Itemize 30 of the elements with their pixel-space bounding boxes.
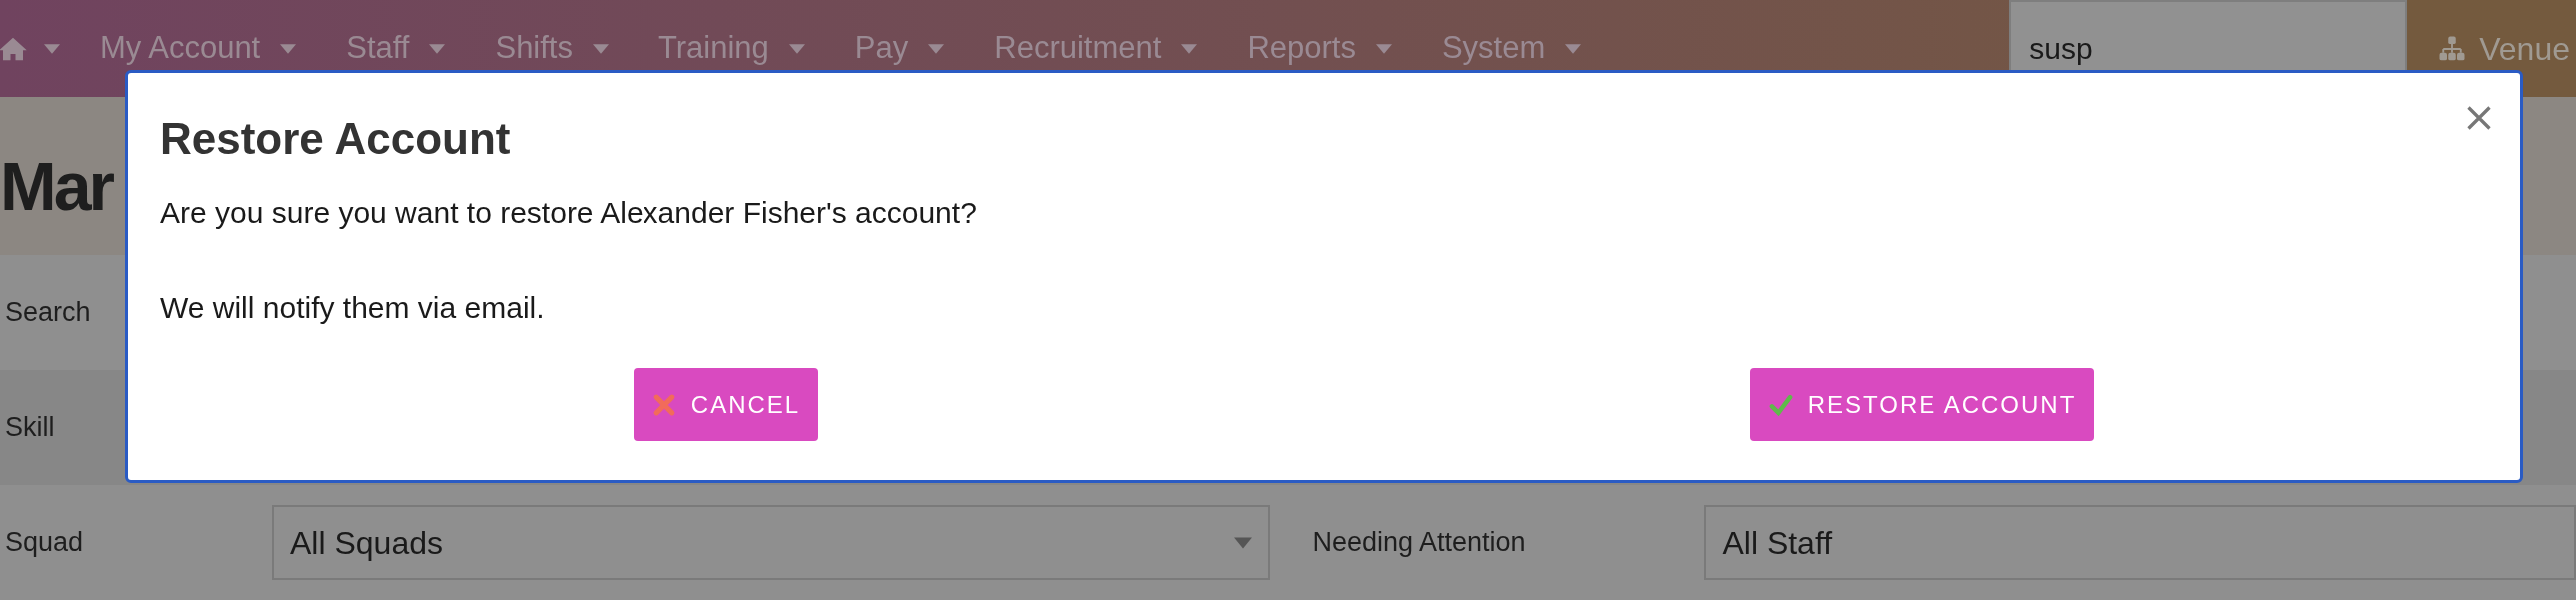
filter-label: Squad: [5, 527, 84, 558]
dialog-text: Are you sure you want to restore Alexander Fisher's account?: [160, 195, 977, 231]
caret-icon: [928, 43, 945, 54]
caret-icon: [1375, 43, 1392, 54]
caret-icon: [1234, 536, 1253, 549]
nav-menu-item[interactable]: Reports: [1247, 25, 1356, 72]
dialog-text: We will notify them via email.: [160, 290, 545, 326]
filter-label: Needing Attention: [1312, 527, 1526, 558]
caret-icon: [44, 43, 60, 54]
dialog-title: Restore Account: [160, 113, 511, 165]
nav-menu-item[interactable]: System: [1441, 25, 1546, 72]
nav-menu-item[interactable]: Pay: [854, 25, 909, 72]
page-title: Mar: [0, 147, 112, 226]
caret-icon: [788, 43, 805, 54]
cancel-button[interactable]: CANCEL: [633, 368, 819, 441]
nav-menu-item[interactable]: Staff: [346, 25, 410, 72]
filter-label: Search: [5, 297, 91, 328]
caret-icon: [280, 43, 297, 54]
caret-icon: [1565, 43, 1582, 54]
staff-select[interactable]: All Staff: [1704, 505, 2576, 580]
squad-select[interactable]: All Squads: [272, 505, 1271, 580]
caret-icon: [429, 43, 446, 54]
restore-account-button[interactable]: RESTORE ACCOUNT: [1749, 368, 2095, 441]
nav-menu-item[interactable]: Shifts: [495, 25, 573, 72]
filter-label: Skill: [5, 412, 55, 443]
caret-icon: [1181, 43, 1198, 54]
nav-menu-item[interactable]: Training: [658, 25, 769, 72]
caret-icon: [593, 43, 609, 54]
nav-menu-item[interactable]: My Account: [100, 25, 261, 72]
nav-menu-item[interactable]: Recruitment: [994, 25, 1162, 72]
